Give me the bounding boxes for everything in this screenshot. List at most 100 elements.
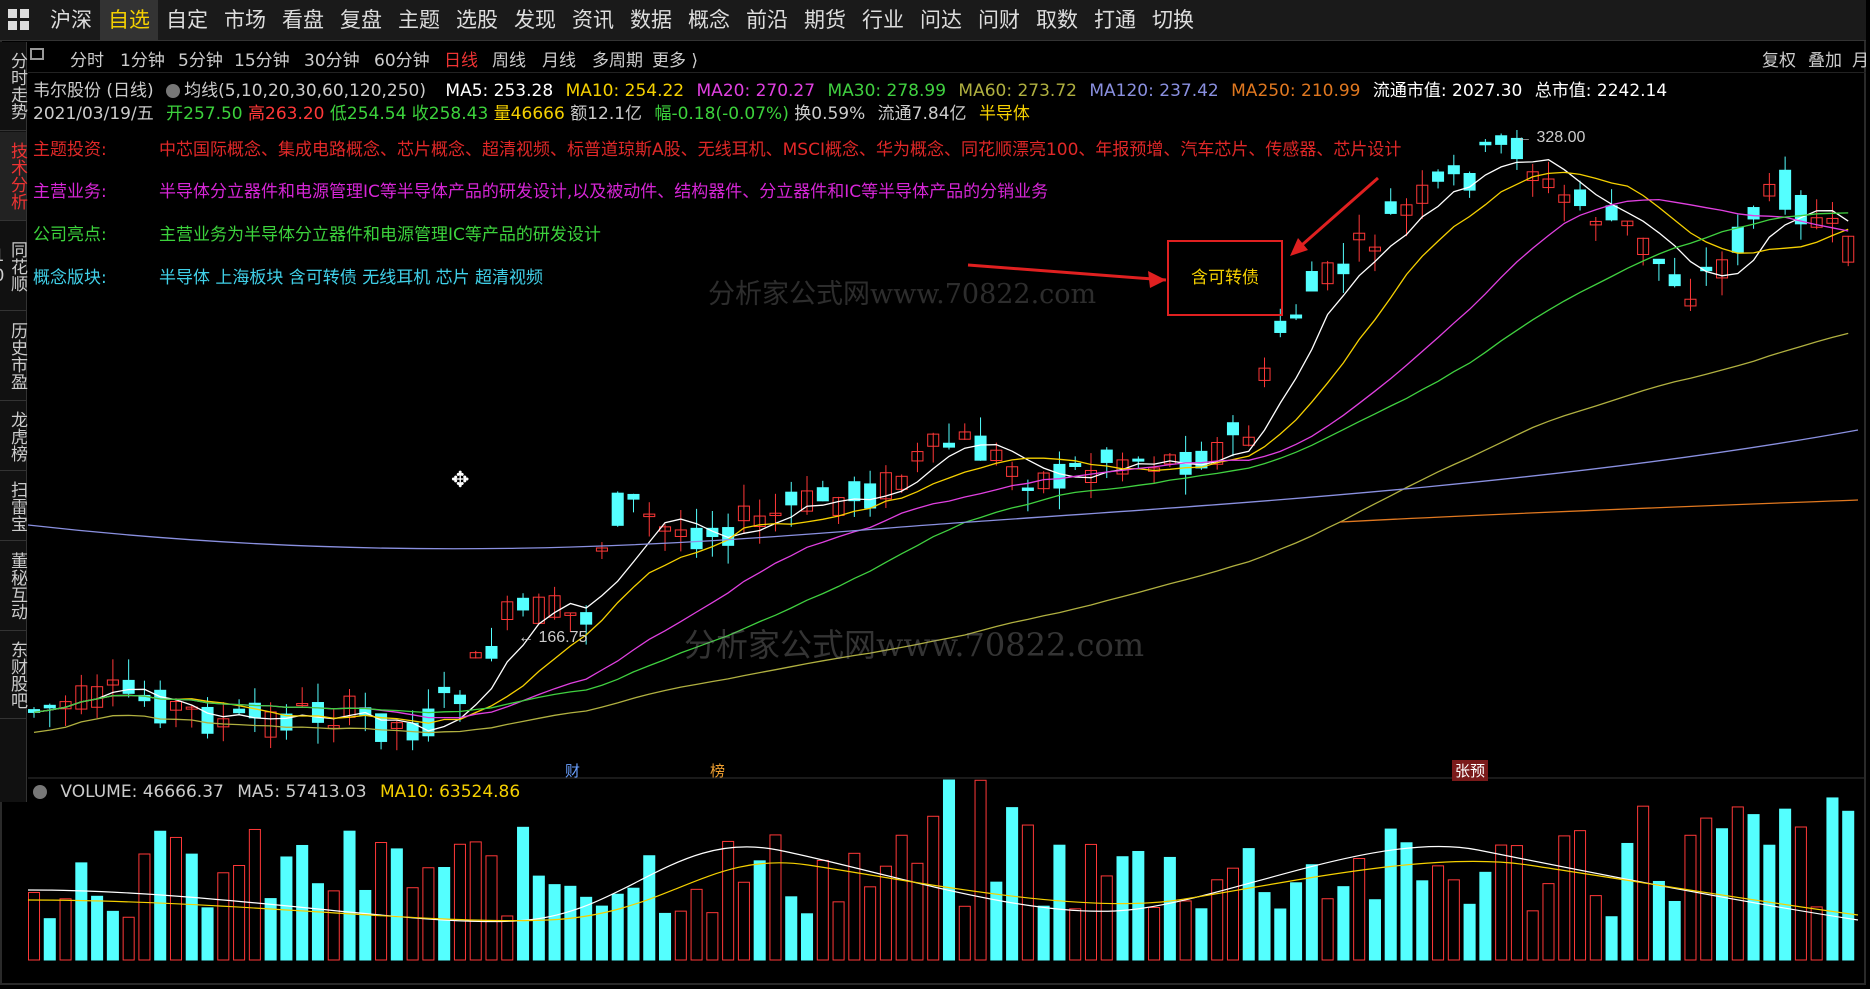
menu-item[interactable]: 主题 bbox=[390, 0, 448, 40]
volume-bar bbox=[1479, 871, 1492, 961]
menu-item[interactable]: 前沿 bbox=[738, 0, 796, 40]
menu-item[interactable]: 沪深 bbox=[42, 0, 100, 40]
ma120-line bbox=[28, 429, 1859, 550]
ma-settings[interactable]: 均线(5,10,20,30,60,120,250) bbox=[166, 81, 433, 101]
volume-total: VOLUME: 46666.37 bbox=[60, 782, 224, 802]
period-tab[interactable]: 1分钟 bbox=[120, 46, 165, 71]
volume-bar bbox=[169, 836, 183, 961]
left-tab[interactable]: 同花顺10 bbox=[0, 222, 27, 311]
volume-bar bbox=[1100, 875, 1113, 961]
volume-bar bbox=[43, 918, 56, 961]
menu-item[interactable]: 取数 bbox=[1028, 0, 1086, 40]
grid-menu-icon[interactable] bbox=[8, 9, 30, 31]
period-tab[interactable]: 周线 bbox=[492, 46, 526, 71]
volume-bar bbox=[690, 888, 703, 961]
left-tab[interactable]: 扫雷宝 bbox=[0, 472, 27, 541]
candle-body bbox=[580, 612, 593, 625]
volume-bar bbox=[564, 885, 577, 961]
menu-item[interactable]: 市场 bbox=[216, 0, 274, 40]
menu-item[interactable]: 切换 bbox=[1144, 0, 1202, 40]
volume-bar bbox=[106, 910, 119, 961]
volume-bar bbox=[1132, 850, 1145, 961]
candle-body bbox=[864, 483, 877, 509]
left-tab[interactable]: 分时走势 bbox=[0, 42, 27, 131]
candle-body bbox=[942, 442, 956, 448]
volume-bar bbox=[1353, 858, 1366, 961]
menu-item[interactable]: 看盘 bbox=[274, 0, 332, 40]
candle-body bbox=[1747, 207, 1760, 220]
period-tab[interactable]: 月线 bbox=[542, 46, 576, 71]
volume-bar bbox=[1116, 856, 1129, 961]
volume-bar bbox=[1368, 899, 1381, 961]
volume-bar bbox=[1037, 905, 1050, 961]
period-tab[interactable]: 60分钟 bbox=[374, 46, 430, 71]
candle-body bbox=[816, 487, 829, 502]
menu-item[interactable]: 打通 bbox=[1086, 0, 1144, 40]
menu-item[interactable]: 问达 bbox=[912, 0, 970, 40]
menu-item[interactable]: 行业 bbox=[854, 0, 912, 40]
layout-toggle-icon[interactable] bbox=[30, 48, 44, 60]
candle-body bbox=[43, 704, 56, 709]
volume-bar bbox=[233, 865, 246, 961]
left-tab[interactable]: 龙虎榜 bbox=[0, 402, 27, 471]
volume-bar bbox=[311, 883, 324, 961]
candle-body bbox=[1100, 449, 1113, 463]
volume-bar bbox=[942, 779, 956, 961]
volume-bar bbox=[485, 855, 498, 961]
menu-item[interactable]: 资讯 bbox=[564, 0, 622, 40]
menu-item[interactable]: 发现 bbox=[506, 0, 564, 40]
fuquan-button[interactable]: 复权 bbox=[1762, 46, 1796, 71]
ma5-value: MA5: 253.28 bbox=[445, 81, 554, 101]
left-tab[interactable]: 技术分析 bbox=[0, 132, 27, 221]
menu-item[interactable]: 复盘 bbox=[332, 0, 390, 40]
menu-item[interactable]: 概念 bbox=[680, 0, 738, 40]
left-vertical-tabs: 分时走势技术分析同花顺10历史市盈龙虎榜扫雷宝董秘互动东财股吧 bbox=[0, 42, 27, 802]
volume-bar bbox=[406, 887, 419, 961]
period-tab[interactable]: 更多 ⟩ bbox=[652, 46, 698, 71]
volume-bar bbox=[1432, 865, 1445, 961]
volume-bar bbox=[753, 860, 766, 961]
annotation-box: 含可转债 bbox=[1167, 240, 1283, 316]
period-tab[interactable]: 5分钟 bbox=[178, 46, 223, 71]
volume-bar bbox=[1826, 797, 1839, 961]
period-tab[interactable]: 15分钟 bbox=[234, 46, 290, 71]
finance-badge[interactable]: 财 bbox=[562, 760, 583, 781]
chevron-down-icon[interactable] bbox=[166, 84, 181, 98]
change-value: 幅-0.18(-0.07%) bbox=[654, 104, 789, 124]
candle-body bbox=[1605, 205, 1618, 221]
month-button-truncated[interactable]: 月 bbox=[1852, 46, 1869, 71]
volume-bar bbox=[816, 859, 829, 961]
period-tab[interactable]: 分时 bbox=[70, 46, 104, 71]
volume-bar bbox=[643, 855, 656, 961]
chevron-down-icon[interactable] bbox=[33, 785, 47, 799]
volume-info-line: VOLUME: 46666.37 MA5: 57413.03 MA10: 635… bbox=[33, 782, 528, 802]
menu-item[interactable]: 自定 bbox=[158, 0, 216, 40]
menu-item[interactable]: 期货 bbox=[796, 0, 854, 40]
kline-chart[interactable]: ← 328.00 ← 166.75 bbox=[28, 130, 1864, 980]
forecast-badge[interactable]: 张预 bbox=[1452, 760, 1489, 781]
volume-bar bbox=[217, 872, 230, 961]
volume-bar bbox=[1384, 828, 1397, 961]
menu-item[interactable]: 数据 bbox=[622, 0, 680, 40]
volume-bar bbox=[548, 884, 561, 961]
menu-item[interactable]: 选股 bbox=[448, 0, 506, 40]
volume-bar bbox=[879, 865, 892, 961]
period-tab[interactable]: 多周期 bbox=[592, 46, 643, 71]
left-tab[interactable]: 历史市盈 bbox=[0, 312, 27, 401]
menu-item[interactable]: 问财 bbox=[970, 0, 1028, 40]
period-tab[interactable]: 30分钟 bbox=[304, 46, 360, 71]
candle-body bbox=[1274, 320, 1287, 333]
overlay-button[interactable]: 叠加 bbox=[1808, 46, 1842, 71]
ma10-value: MA10: 254.22 bbox=[565, 81, 685, 101]
volume-value: 量46666 bbox=[493, 104, 565, 124]
menu-item[interactable]: 自选 bbox=[100, 0, 158, 40]
dragon-tiger-badge[interactable]: 榜 bbox=[707, 760, 728, 781]
volume-bar bbox=[75, 862, 88, 961]
volume-bar bbox=[438, 867, 451, 961]
volume-bar bbox=[722, 840, 735, 961]
left-tab[interactable]: 董秘互动 bbox=[0, 542, 27, 631]
open-price: 开257.50 bbox=[166, 104, 243, 124]
ma120-value: MA120: 237.42 bbox=[1089, 81, 1219, 101]
period-tab[interactable]: 日线 bbox=[444, 46, 478, 71]
left-tab[interactable]: 东财股吧 bbox=[0, 632, 27, 719]
